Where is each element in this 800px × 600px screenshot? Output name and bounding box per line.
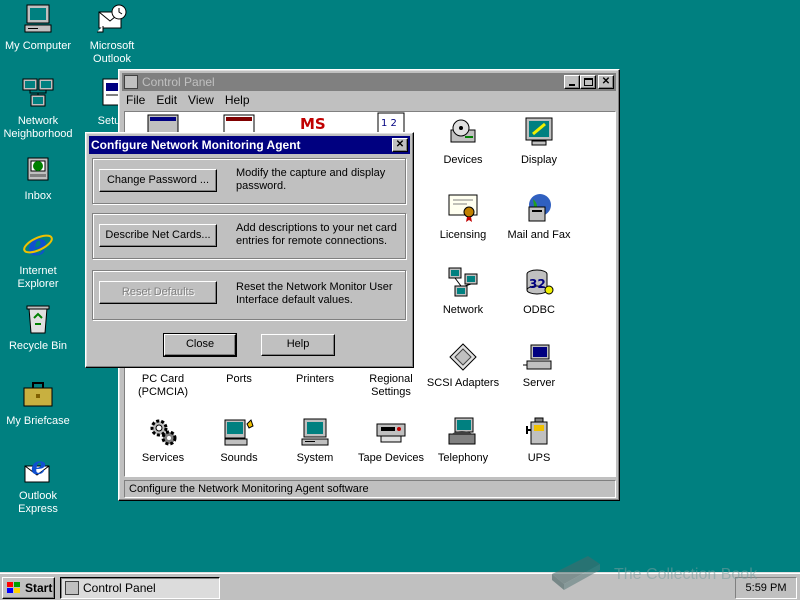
svg-text:32: 32 bbox=[529, 277, 546, 291]
reset-defaults-button[interactable]: Reset Defaults bbox=[99, 281, 217, 304]
internet-explorer-icon: e bbox=[21, 227, 55, 263]
reset-defaults-description: Reset the Network Monitor User Interface… bbox=[236, 281, 393, 306]
briefcase-icon bbox=[21, 377, 55, 411]
system-icon bbox=[299, 416, 331, 448]
cp-item-sounds[interactable]: Sounds bbox=[201, 416, 277, 465]
devices-icon bbox=[447, 116, 479, 148]
server-icon bbox=[523, 341, 555, 373]
cp-item-network[interactable]: Network bbox=[425, 266, 501, 317]
svg-text:MS: MS bbox=[300, 115, 326, 133]
scsi-adapters-icon bbox=[447, 341, 479, 373]
reset-defaults-group: Reset Defaults Reset the Network Monitor… bbox=[92, 270, 406, 320]
inbox-icon bbox=[21, 152, 55, 186]
cp-item-mail-and-fax[interactable]: Mail and Fax bbox=[501, 191, 577, 242]
control-panel-icon bbox=[65, 581, 79, 595]
cp-item-ups[interactable]: UPS bbox=[501, 416, 577, 465]
hidden-applet-icon bbox=[147, 114, 179, 134]
desktop-icon-my-computer[interactable]: My Computer bbox=[0, 2, 76, 53]
describe-net-cards-button[interactable]: Describe Net Cards... bbox=[99, 224, 217, 247]
describe-net-cards-description: Add descriptions to your net card entrie… bbox=[236, 222, 397, 247]
network-neighborhood-icon bbox=[21, 77, 55, 111]
hidden-applet-icon: 1 2 bbox=[375, 112, 407, 134]
book-icon bbox=[552, 556, 600, 590]
change-password-button[interactable]: Change Password ... bbox=[99, 169, 217, 192]
licensing-icon bbox=[447, 191, 479, 223]
menu-view[interactable]: View bbox=[188, 93, 214, 107]
taskbar-item-control-panel[interactable]: Control Panel bbox=[60, 577, 220, 599]
desktop-icon-my-briefcase[interactable]: My Briefcase bbox=[0, 377, 76, 428]
cp-item-services[interactable]: Services bbox=[125, 416, 201, 465]
computer-icon bbox=[21, 2, 55, 36]
cp-item-scsi-adapters[interactable]: SCSI Adapters bbox=[425, 341, 501, 390]
change-password-description: Modify the capture and display password. bbox=[236, 167, 386, 192]
watermark: The Collection Book bbox=[548, 550, 798, 594]
cp-item-devices[interactable]: Devices bbox=[425, 116, 501, 167]
desktop-icon-internet-explorer[interactable]: e Internet Explorer bbox=[0, 227, 76, 291]
svg-text:e: e bbox=[31, 452, 46, 480]
control-panel-title: Control Panel bbox=[142, 75, 215, 89]
desktop-icon-network-neighborhood[interactable]: Network Neighborhood bbox=[0, 77, 76, 141]
ups-icon bbox=[523, 416, 555, 448]
odbc-icon: 32 bbox=[523, 266, 555, 298]
start-label: Start bbox=[25, 581, 53, 595]
menu-edit[interactable]: Edit bbox=[156, 93, 177, 107]
desktop-icon-outlook-express[interactable]: e Outlook Express bbox=[0, 451, 76, 516]
hidden-applet-icon bbox=[223, 114, 255, 134]
describe-net-cards-group: Describe Net Cards... Add descriptions t… bbox=[92, 213, 406, 259]
cp-item-server[interactable]: Server bbox=[501, 341, 577, 390]
cp-item-tape-devices[interactable]: Tape Devices bbox=[353, 416, 429, 465]
menu-help[interactable]: Help bbox=[225, 93, 250, 107]
telephony-icon bbox=[447, 416, 479, 448]
dialog-titlebar[interactable]: Configure Network Monitoring Agent ✕ bbox=[89, 136, 410, 154]
control-panel-icon bbox=[124, 75, 138, 89]
network-icon bbox=[447, 266, 479, 298]
close-button[interactable]: Close bbox=[163, 333, 237, 357]
tape-devices-icon bbox=[375, 416, 407, 448]
start-button[interactable]: Start bbox=[2, 577, 55, 599]
control-panel-titlebar[interactable]: Control Panel ✕ bbox=[122, 73, 616, 91]
sounds-icon bbox=[223, 416, 255, 448]
status-bar: Configure the Network Monitoring Agent s… bbox=[124, 480, 616, 498]
menubar: File Edit View Help bbox=[122, 91, 616, 109]
configure-agent-dialog: Configure Network Monitoring Agent ✕ Cha… bbox=[85, 132, 414, 368]
change-password-group: Change Password ... Modify the capture a… bbox=[92, 158, 406, 204]
desktop-icon-recycle-bin[interactable]: Recycle Bin bbox=[0, 302, 76, 353]
hidden-applet-icon: MS bbox=[299, 112, 331, 134]
cp-item-telephony[interactable]: Telephony bbox=[425, 416, 501, 465]
help-button[interactable]: Help bbox=[261, 334, 335, 356]
mail-and-fax-icon bbox=[523, 191, 555, 223]
cp-item-odbc[interactable]: 32 ODBC bbox=[501, 266, 577, 317]
services-icon bbox=[147, 416, 179, 448]
display-icon bbox=[523, 116, 555, 148]
outlook-icon bbox=[95, 2, 129, 36]
maximize-button[interactable] bbox=[580, 75, 596, 89]
dialog-title: Configure Network Monitoring Agent bbox=[91, 138, 301, 152]
dialog-close-icon[interactable]: ✕ bbox=[392, 138, 408, 152]
windows-logo-icon bbox=[6, 581, 22, 595]
recycle-bin-icon bbox=[21, 302, 55, 336]
cp-item-display[interactable]: Display bbox=[501, 116, 577, 167]
menu-file[interactable]: File bbox=[126, 93, 145, 107]
cp-item-system[interactable]: System bbox=[277, 416, 353, 465]
close-window-button[interactable]: ✕ bbox=[598, 75, 614, 89]
desktop-icon-microsoft-outlook[interactable]: Microsoft Outlook bbox=[74, 2, 150, 66]
desktop-icon-inbox[interactable]: Inbox bbox=[0, 152, 76, 203]
svg-text:e: e bbox=[28, 228, 47, 261]
svg-text:1 2: 1 2 bbox=[381, 118, 397, 129]
outlook-express-icon: e bbox=[21, 451, 55, 486]
minimize-button[interactable] bbox=[564, 75, 580, 89]
cp-item-licensing[interactable]: Licensing bbox=[425, 191, 501, 242]
